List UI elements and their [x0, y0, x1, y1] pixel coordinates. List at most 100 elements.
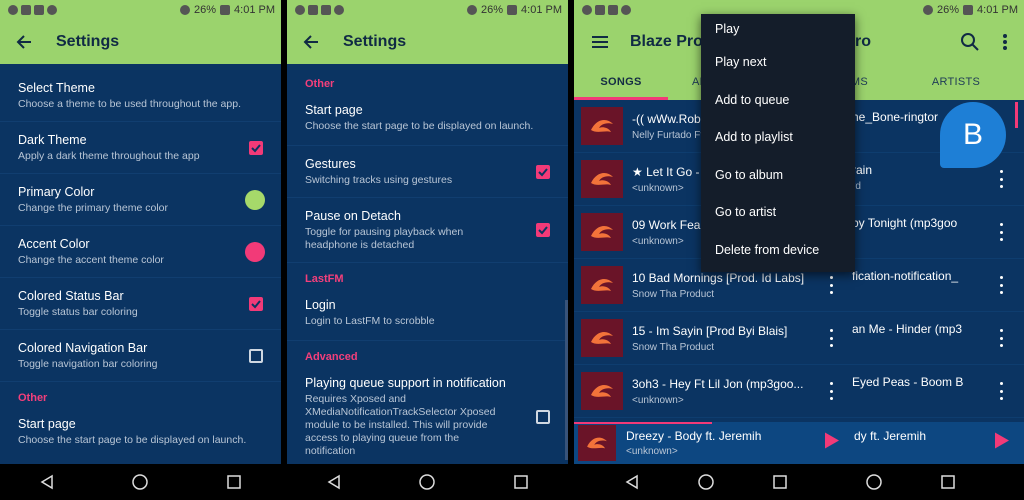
- primary-color-swatch[interactable]: [245, 189, 265, 210]
- pref-summary: Toggle navigation bar coloring: [18, 358, 158, 370]
- pref-start-page[interactable]: Start page Choose the start page to be d…: [0, 408, 281, 455]
- menu-play[interactable]: Play: [701, 14, 855, 44]
- status-bar: 26% 4:01 PM: [0, 0, 281, 20]
- pref-summary: Login to LastFM to scrobble: [305, 315, 435, 327]
- song-overflow-icon[interactable]: [826, 382, 836, 400]
- menu-go-to-album[interactable]: Go to album: [701, 157, 855, 195]
- notification-icon: [34, 5, 44, 15]
- notification-icon: [334, 5, 344, 15]
- nav-back-icon[interactable]: [35, 470, 59, 494]
- pref-title: Pause on Detach: [305, 209, 401, 223]
- status-bar: 26% 4:01 PM: [287, 0, 568, 20]
- album-art: [581, 266, 623, 304]
- song-overflow-icon[interactable]: [996, 276, 1006, 294]
- settings-screen-1: 26% 4:01 PM Settings Select Theme Choose …: [0, 0, 281, 500]
- wifi-icon: [180, 5, 190, 15]
- pref-start-page[interactable]: Start page Choose the start page to be d…: [287, 94, 568, 146]
- pref-select-theme[interactable]: Select Theme Choose a theme to be used t…: [0, 64, 281, 122]
- play-icon[interactable]: [822, 432, 840, 455]
- category-lastfm: LastFM: [305, 273, 344, 285]
- song-overflow-icon[interactable]: [826, 276, 836, 294]
- page-title: Settings: [343, 33, 407, 50]
- song-overflow-icon[interactable]: [826, 329, 836, 347]
- pref-summary: Choose a theme to be used throughout the…: [18, 98, 241, 110]
- song-title: Eyed Peas - Boom B: [852, 375, 964, 389]
- play-icon[interactable]: [992, 432, 1010, 455]
- song-overflow-icon[interactable]: [996, 329, 1006, 347]
- colored-navigation-bar-checkbox[interactable]: [249, 348, 263, 363]
- nav-home-icon[interactable]: [862, 470, 886, 494]
- album-art: [581, 160, 623, 198]
- scrollbar[interactable]: [565, 300, 568, 460]
- battery-text: 26%: [937, 4, 960, 16]
- colored-status-bar-checkbox[interactable]: [249, 296, 263, 311]
- tab-songs[interactable]: SONGS: [574, 64, 668, 100]
- nav-back-icon[interactable]: [322, 470, 346, 494]
- overflow-menu-icon[interactable]: [1002, 34, 1008, 50]
- menu-delete-from-device[interactable]: Delete from device: [701, 232, 855, 270]
- settings-list: Select Theme Choose a theme to be used t…: [0, 64, 281, 464]
- battery-text: 26%: [194, 4, 217, 16]
- menu-add-to-queue[interactable]: Add to queue: [701, 82, 855, 120]
- now-playing-title: Dreezy - Body ft. Jeremih: [626, 429, 762, 443]
- dark-theme-checkbox[interactable]: [249, 140, 263, 155]
- clock: 4:01 PM: [234, 4, 275, 16]
- nav-recents-icon[interactable]: [509, 470, 533, 494]
- gestures-checkbox[interactable]: [536, 164, 550, 179]
- pref-summary: Change the primary theme color: [18, 202, 168, 214]
- pref-login[interactable]: Login Login to LastFM to scrobble: [287, 289, 568, 341]
- pref-queue-notification[interactable]: Playing queue support in notification Re…: [287, 367, 568, 464]
- tab-artists[interactable]: ARTISTS: [888, 64, 1024, 100]
- menu-add-to-playlist[interactable]: Add to playlist: [701, 119, 855, 157]
- back-arrow-icon[interactable]: [299, 30, 323, 54]
- accent-color-swatch[interactable]: [245, 241, 265, 262]
- category-other: Other: [18, 392, 48, 404]
- pref-colored-navigation-bar[interactable]: Colored Navigation Bar Toggle navigation…: [0, 330, 281, 382]
- scrollbar-thumb[interactable]: [1015, 102, 1018, 128]
- pref-summary: Requires Xposed and XMediaNotificationTr…: [305, 393, 496, 457]
- category-other: Other: [305, 78, 335, 90]
- menu-play-next[interactable]: Play next: [701, 44, 855, 82]
- pref-colored-status-bar[interactable]: Colored Status Bar Toggle status bar col…: [0, 278, 281, 330]
- back-arrow-icon[interactable]: [12, 30, 36, 54]
- avatar-letter: B: [962, 118, 983, 151]
- wifi-icon: [923, 5, 933, 15]
- search-icon[interactable]: [960, 32, 980, 57]
- pref-primary-color[interactable]: Primary Color Change the primary theme c…: [0, 174, 281, 226]
- pref-summary: Apply a dark theme throughout the app: [18, 150, 200, 162]
- notification-icon: [608, 5, 618, 15]
- song-row[interactable]: 15 - Im Sayin [Prod Byi Blais] Snow Tha P…: [574, 312, 1024, 365]
- pref-accent-color[interactable]: Accent Color Change the accent theme col…: [0, 226, 281, 278]
- nav-home-icon[interactable]: [415, 470, 439, 494]
- queue-notification-checkbox[interactable]: [536, 409, 550, 424]
- song-overflow-icon[interactable]: [996, 382, 1006, 400]
- nav-home-icon[interactable]: [128, 470, 152, 494]
- song-title: 10 Bad Mornings [Prod. Id Labs]: [632, 270, 805, 285]
- pref-title: Gestures: [305, 157, 356, 171]
- song-overflow-icon[interactable]: [996, 170, 1006, 188]
- app-title: Blaze Pro: [630, 33, 703, 50]
- pref-title: Playing queue support in notification: [305, 376, 506, 390]
- nav-recents-icon[interactable]: [222, 470, 246, 494]
- notification-icon: [621, 5, 631, 15]
- pause-on-detach-checkbox[interactable]: [536, 223, 550, 237]
- album-art: [581, 372, 623, 410]
- pref-pause-on-detach[interactable]: Pause on Detach Toggle for pausing playb…: [287, 198, 568, 263]
- battery-icon: [507, 5, 518, 15]
- pref-dark-theme[interactable]: Dark Theme Apply a dark theme throughout…: [0, 122, 281, 174]
- nav-home-icon[interactable]: [694, 470, 718, 494]
- now-playing-bar[interactable]: Dreezy - Body ft. Jeremih <unknown> dy ft…: [574, 422, 1024, 464]
- hamburger-menu-icon[interactable]: [588, 30, 612, 54]
- settings-list: Other Start page Choose the start page t…: [287, 64, 568, 464]
- pref-gestures[interactable]: Gestures Switching tracks using gestures: [287, 146, 568, 198]
- pref-title: Start page: [305, 103, 363, 117]
- nav-recents-icon[interactable]: [768, 470, 792, 494]
- song-overflow-icon[interactable]: [996, 223, 1006, 241]
- song-row[interactable]: 3oh3 - Hey Ft Lil Jon (mp3goo... <unknown…: [574, 365, 1024, 418]
- nav-recents-icon[interactable]: [936, 470, 960, 494]
- battery-text: 26%: [481, 4, 504, 16]
- chat-head-avatar[interactable]: B: [940, 102, 1006, 168]
- menu-go-to-artist[interactable]: Go to artist: [701, 194, 855, 232]
- category-advanced: Advanced: [305, 351, 358, 363]
- nav-back-icon[interactable]: [620, 470, 644, 494]
